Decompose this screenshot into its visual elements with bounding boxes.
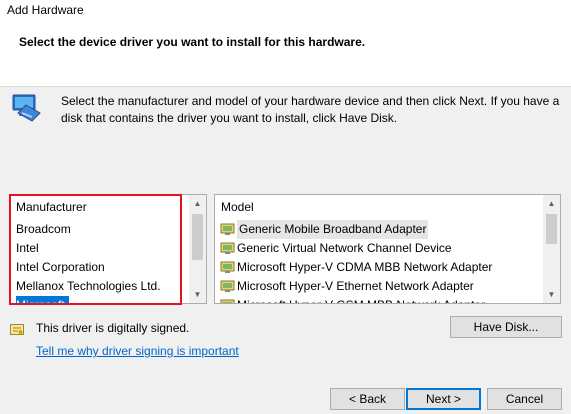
model-item[interactable]: Microsoft Hyper-V GSM MBB Network Adapte…: [220, 296, 485, 303]
back-button[interactable]: < Back: [330, 388, 405, 410]
manufacturer-item[interactable]: Intel: [11, 239, 39, 258]
driver-icon: [220, 280, 235, 292]
driver-icon: [220, 242, 235, 254]
driver-signing-link[interactable]: Tell me why driver signing is important: [36, 344, 239, 358]
scroll-up-icon[interactable]: ▲: [543, 195, 560, 212]
manufacturer-item[interactable]: Intel Corporation: [11, 258, 105, 277]
driver-icon: [220, 261, 235, 273]
model-item[interactable]: Microsoft Hyper-V CDMA MBB Network Adapt…: [220, 258, 492, 277]
driver-icon: [220, 299, 235, 303]
window-title: Add Hardware: [7, 3, 84, 17]
model-item[interactable]: Generic Virtual Network Channel Device: [220, 239, 452, 258]
model-scrollbar[interactable]: ▲ ▼: [543, 195, 560, 303]
have-disk-button[interactable]: Have Disk...: [450, 316, 562, 338]
model-item-selected[interactable]: Generic Mobile Broadband Adapter: [220, 220, 429, 239]
page-heading: Select the device driver you want to ins…: [19, 35, 366, 49]
model-item[interactable]: Microsoft Hyper-V Ethernet Network Adapt…: [220, 277, 474, 296]
scroll-down-icon[interactable]: ▼: [543, 286, 560, 303]
model-label: Microsoft Hyper-V Ethernet Network Adapt…: [237, 279, 474, 293]
model-header: Model: [221, 200, 254, 214]
model-label: Microsoft Hyper-V GSM MBB Network Adapte…: [237, 296, 485, 303]
certificate-icon: [10, 324, 24, 335]
model-label: Generic Virtual Network Channel Device: [237, 241, 452, 255]
manufacturer-listbox[interactable]: Manufacturer Broadcom Intel Intel Corpor…: [10, 194, 207, 304]
manufacturer-scrollbar[interactable]: ▲ ▼: [189, 195, 206, 303]
scroll-down-icon[interactable]: ▼: [189, 286, 206, 303]
cancel-button[interactable]: Cancel: [487, 388, 562, 410]
manufacturer-item[interactable]: Broadcom: [11, 220, 71, 239]
manufacturer-item-selected[interactable]: Microsoft: [16, 296, 69, 303]
hardware-wizard-icon: [12, 94, 41, 122]
scroll-thumb[interactable]: [546, 214, 557, 244]
model-label: Generic Mobile Broadband Adapter: [237, 220, 429, 239]
scroll-up-icon[interactable]: ▲: [189, 195, 206, 212]
header-divider: [0, 86, 571, 87]
model-label: Microsoft Hyper-V CDMA MBB Network Adapt…: [237, 260, 493, 274]
model-listbox[interactable]: Model Generic Mobile Broadband Adapter G…: [214, 194, 561, 304]
next-button[interactable]: Next >: [406, 388, 481, 410]
signing-status: This driver is digitally signed.: [36, 321, 190, 335]
manufacturer-header: Manufacturer: [16, 200, 87, 214]
manufacturer-item[interactable]: Mellanox Technologies Ltd.: [11, 277, 161, 296]
header-panel: Add Hardware Select the device driver yo…: [0, 0, 571, 86]
scroll-thumb[interactable]: [192, 214, 203, 260]
driver-icon: [220, 223, 235, 235]
instruction-text: Select the manufacturer and model of you…: [61, 94, 560, 125]
